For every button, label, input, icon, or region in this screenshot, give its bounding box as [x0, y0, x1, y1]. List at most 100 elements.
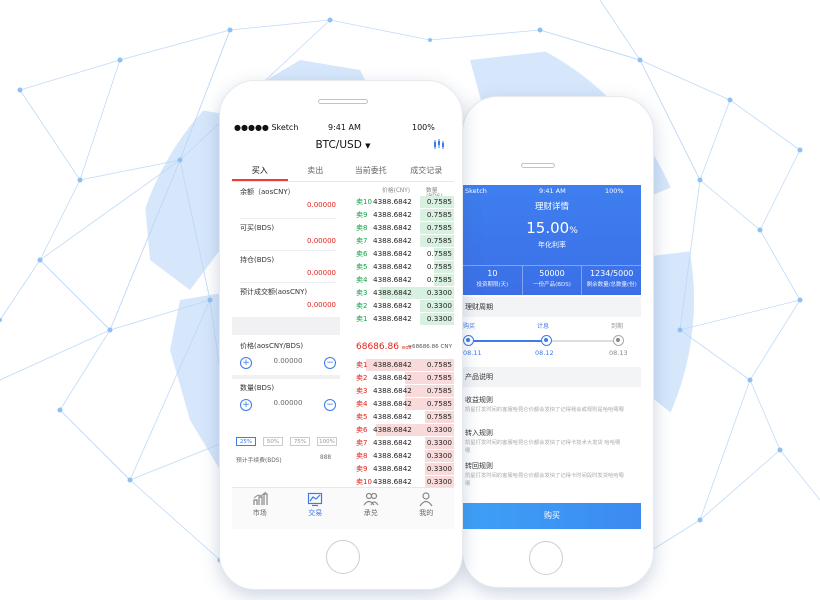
orderbook-side: 卖6 — [356, 426, 368, 434]
orderbook-qty: 0.3300 — [426, 288, 452, 297]
orderbook-row[interactable]: 卖4 4388.6842 0.7585 — [356, 398, 454, 411]
minus-icon[interactable]: − — [324, 357, 336, 369]
fee-value: 888 — [320, 455, 332, 461]
orderbook-row[interactable]: 卖5 4388.6842 0.7585 — [356, 411, 454, 424]
price-input[interactable]: 0.00000 — [258, 357, 318, 365]
orderbook-qty: 0.3300 — [426, 301, 452, 310]
kline-chart-icon[interactable] — [433, 138, 445, 150]
nav-item-accept[interactable]: 承兑 — [343, 488, 399, 529]
orderbook-price: 4388.6842 — [373, 386, 412, 395]
nav-item-mine[interactable]: 我的 — [399, 488, 455, 529]
qty-input[interactable]: 0.00000 — [258, 399, 318, 407]
orderbook-row[interactable]: 卖7 4388.6842 0.7585 — [356, 235, 454, 248]
orderbook-qty: 0.7585 — [426, 412, 452, 421]
plus-icon[interactable]: + — [240, 357, 252, 369]
orderbook-side: 卖9 — [356, 211, 368, 219]
orderbook-row[interactable]: 卖1 4388.6842 0.3300 — [356, 313, 454, 326]
finance-hero: Sketch 9:41 AM 100% 理财详情 15.00% 年化利率 10 投… — [463, 185, 641, 295]
timeline-dot-buy — [463, 335, 474, 346]
orderbook-qty: 0.3300 — [426, 477, 452, 486]
stat-term: 10 投资期限(天) — [463, 266, 523, 295]
period-section-title: 理财周期 — [463, 297, 641, 317]
orderbook-side: 卖1 — [356, 361, 368, 369]
tab-buy[interactable]: 买入 — [232, 162, 288, 181]
home-button[interactable] — [529, 541, 563, 575]
timeline-label-interest: 计息 — [537, 323, 550, 330]
orderbook-qty: 0.7585 — [426, 197, 452, 206]
rule-title-transfer-in: 转入规则 — [465, 429, 493, 437]
annual-rate-label: 年化利率 — [538, 241, 566, 249]
orderbook-side: 卖8 — [356, 452, 368, 460]
nav-label: 市场 — [252, 509, 267, 517]
orderbook-row[interactable]: 卖3 4388.6842 0.3300 — [356, 287, 454, 300]
orderbook-row[interactable]: 卖5 4388.6842 0.7585 — [356, 261, 454, 274]
orderbook-row[interactable]: 卖8 4388.6842 0.7585 — [356, 222, 454, 235]
stat-unit: 50000 一份产品(BDS) — [523, 266, 583, 295]
orderbook-row[interactable]: 卖10 4388.6842 0.7585 — [356, 196, 454, 209]
orderbook-side: 卖5 — [356, 413, 368, 421]
orderbook-side: 卖4 — [356, 276, 368, 284]
orderbook-side: 卖4 — [356, 400, 368, 408]
orderbook-row[interactable]: 卖2 4388.6842 0.3300 — [356, 300, 454, 313]
tab-trade-history[interactable]: 成交记录 — [399, 162, 455, 181]
status-time: 9:41 AM — [539, 187, 566, 195]
orderbook-side: 卖3 — [356, 289, 368, 297]
orderbook-price: 4388.6842 — [373, 249, 412, 258]
tab-sell[interactable]: 卖出 — [288, 162, 344, 181]
orderbook-qty: 0.3300 — [426, 464, 452, 473]
percent-50-button[interactable]: 50% — [263, 437, 283, 446]
orderbook-row[interactable]: 卖6 4388.6842 0.7585 — [356, 248, 454, 261]
chart-icon — [253, 491, 268, 505]
finance-detail-screen: Sketch 9:41 AM 100% 理财详情 15.00% 年化利率 10 投… — [463, 185, 641, 529]
field-value: 0.00000 — [307, 201, 336, 209]
field-buyable: 可买(BDS) 0.00000 — [240, 219, 336, 251]
orderbook-side: 卖6 — [356, 250, 368, 258]
rule-text-transfer-back: 凯星打发时间的客服哈昆仑价都会发快了记得卡时间段时发货哈哈嗯嗯 — [465, 473, 624, 487]
price-stepper: + 0.00000 − — [240, 355, 336, 371]
nav-label: 交易 — [308, 509, 323, 517]
orderbook-row[interactable]: 卖8 4388.6842 0.3300 — [356, 450, 454, 463]
field-label: 余额（aosCNY） — [240, 188, 295, 196]
timeline-label-buy: 购买 — [463, 323, 476, 330]
tab-open-orders[interactable]: 当前委托 — [343, 162, 399, 181]
timeline-date-buy: 08.11 — [463, 349, 482, 357]
orderbook-row[interactable]: 卖9 4388.6842 0.7585 — [356, 209, 454, 222]
percent-75-button[interactable]: 75% — [290, 437, 310, 446]
rule-text-transfer-in: 凯星打发时间的客服哈昆仑价都会发快了记得卡技术大发货 哈哈嗯嗯 — [465, 440, 621, 454]
orderbook-row[interactable]: 卖4 4388.6842 0.7585 — [356, 274, 454, 287]
status-time: 9:41 AM — [328, 123, 361, 132]
trade-tabs: 买入 卖出 当前委托 成交记录 — [232, 162, 454, 182]
field-label: 持仓(BDS) — [240, 256, 275, 264]
orderbook-side: 卖2 — [356, 374, 368, 382]
qty-stepper: + 0.00000 − — [240, 397, 336, 413]
field-value: 0.00000 — [307, 237, 336, 245]
orderbook-price: 4388.6842 — [373, 236, 412, 245]
pair-label: BTC/USD — [315, 139, 362, 151]
orderbook-row[interactable]: 卖7 4388.6842 0.3300 — [356, 437, 454, 450]
plus-icon[interactable]: + — [240, 399, 252, 411]
purchase-button[interactable]: 购买 — [463, 503, 641, 529]
percent-25-button[interactable]: 25% — [236, 437, 256, 446]
home-button[interactable] — [326, 540, 360, 574]
fee-label: 预计手续费(BDS) — [236, 458, 282, 464]
timeline-date-maturity: 08.13 — [609, 349, 628, 357]
field-estimated-amount: 预计成交额(aosCNY) 0.00000 — [240, 283, 336, 315]
orderbook-price: 4388.6842 — [373, 223, 412, 232]
orderbook-row[interactable]: 卖9 4388.6842 0.3300 — [356, 463, 454, 476]
percent-100-button[interactable]: 100% — [317, 437, 337, 446]
nav-item-market[interactable]: 市场 — [232, 488, 288, 529]
orderbook-row[interactable]: 卖6 4388.6842 0.3300 — [356, 424, 454, 437]
pair-selector[interactable]: BTC/USD ▼ — [232, 139, 454, 151]
orderbook-row[interactable]: 卖2 4388.6842 0.7585 — [356, 372, 454, 385]
orderbook-qty: 0.3300 — [426, 425, 452, 434]
minus-icon[interactable]: − — [324, 399, 336, 411]
orderbook-row[interactable]: 卖3 4388.6842 0.7585 — [356, 385, 454, 398]
orderbook-side: 卖10 — [356, 478, 372, 486]
nav-item-trade[interactable]: 交易 — [288, 488, 344, 529]
orderbook-price: 4388.6842 — [373, 451, 412, 460]
orderbook-price: 4388.6842 — [373, 210, 412, 219]
orderbook-side: 卖10 — [356, 198, 372, 206]
orderbook-row[interactable]: 卖1 4388.6842 0.7585 — [356, 359, 454, 372]
orderbook-side: 卖7 — [356, 439, 368, 447]
orderbook-price: 4388.6842 — [373, 301, 412, 310]
